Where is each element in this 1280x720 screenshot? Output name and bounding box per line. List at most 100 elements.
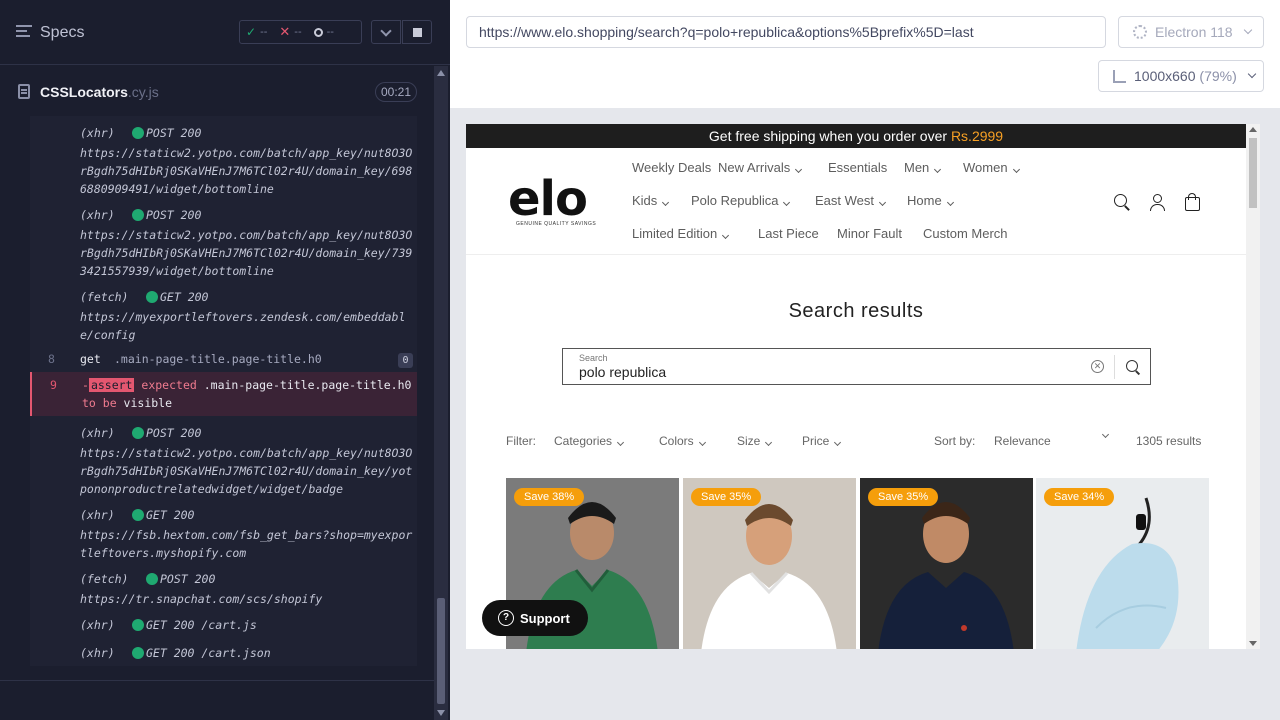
chevron-down-icon bbox=[946, 198, 954, 207]
scroll-down-arrow-icon[interactable] bbox=[437, 710, 445, 716]
search-icon[interactable] bbox=[1113, 193, 1131, 211]
command-type: (xhr) bbox=[80, 618, 115, 632]
filter-size[interactable]: Size bbox=[737, 434, 773, 448]
command-method: POST 200 bbox=[160, 572, 216, 586]
browser-selector[interactable]: Electron 118 bbox=[1118, 16, 1264, 48]
url-bar[interactable]: https://www.elo.shopping/search?q=polo+r… bbox=[466, 16, 1106, 48]
nav-item-home[interactable]: Home bbox=[907, 193, 954, 208]
command-keyword: get bbox=[80, 352, 101, 366]
filter-colors[interactable]: Colors bbox=[659, 434, 706, 448]
filter-categories[interactable]: Categories bbox=[554, 434, 625, 448]
nav-item-polo-republica[interactable]: Polo Republica bbox=[691, 193, 791, 208]
product-card[interactable]: Save 34% bbox=[1036, 478, 1209, 649]
command-method: POST 200 bbox=[146, 426, 202, 440]
filter-price[interactable]: Price bbox=[802, 434, 842, 448]
success-dot-icon bbox=[132, 509, 144, 521]
nav-item-women[interactable]: Women bbox=[963, 160, 1020, 175]
viewport-selector[interactable]: 1000x660 (79%) bbox=[1098, 60, 1264, 92]
header-divider bbox=[466, 254, 1246, 255]
search-value[interactable]: polo republica bbox=[579, 364, 666, 380]
command-selector: .main-page-title.page-title.h0 bbox=[114, 352, 322, 366]
command-log-panel: Specs ✓ -- ✕ -- -- CSSLocators.cy.js 00:21… bbox=[0, 0, 450, 720]
command-row[interactable]: (xhr) GET 200 https://fsb.hextom.com/fsb… bbox=[30, 508, 417, 562]
sort-select[interactable]: Relevance bbox=[994, 430, 1110, 448]
command-row[interactable]: (fetch) GET 200 https://myexportleftover… bbox=[30, 290, 417, 344]
command-number: 8 bbox=[48, 352, 55, 366]
product-card[interactable]: Save 35% bbox=[683, 478, 856, 649]
page-title: Search results bbox=[788, 300, 924, 322]
command-type: (xhr) bbox=[80, 208, 115, 222]
site-logo[interactable]: elo bbox=[508, 174, 588, 224]
command-log: (xhr) POST 200 https://staticw2.yotpo.co… bbox=[30, 116, 417, 666]
command-row[interactable]: (xhr) POST 200 https://staticw2.yotpo.co… bbox=[30, 126, 417, 198]
passed-stat: ✓ -- bbox=[246, 25, 268, 39]
command-row[interactable]: (fetch) POST 200 https://tr.snapchat.com… bbox=[30, 572, 417, 608]
chevron-down-icon bbox=[795, 165, 803, 174]
command-row[interactable]: (xhr) POST 200 https://staticw2.yotpo.co… bbox=[30, 426, 417, 498]
scrollbar-thumb[interactable] bbox=[1249, 138, 1257, 208]
command-number: 9 bbox=[50, 378, 57, 392]
failed-assert-row[interactable]: 9 - assert expected .main-page-title.page… bbox=[30, 372, 417, 416]
stop-button[interactable] bbox=[402, 20, 432, 44]
command-type: (xhr) bbox=[80, 426, 115, 440]
specs-bar: Specs ✓ -- ✕ -- -- bbox=[0, 0, 450, 65]
command-url: https://tr.snapchat.com/scs/shopify bbox=[80, 592, 323, 606]
promo-banner: Get free shipping when you order over Rs… bbox=[466, 124, 1246, 148]
app-scrollbar[interactable] bbox=[1246, 124, 1260, 649]
support-button[interactable]: ? Support bbox=[482, 600, 588, 636]
nav-item-limited-edition[interactable]: Limited Edition bbox=[632, 226, 730, 241]
nav-item-kids[interactable]: Kids bbox=[632, 193, 670, 208]
nav-item-east-west[interactable]: East West bbox=[815, 193, 887, 208]
discount-badge: Save 34% bbox=[1044, 488, 1115, 506]
file-document-icon bbox=[18, 84, 30, 99]
nav-item-last-piece[interactable]: Last Piece bbox=[758, 226, 819, 241]
chevron-down-icon bbox=[834, 438, 842, 447]
nav-item-men[interactable]: Men bbox=[904, 160, 942, 175]
get-command-row[interactable]: 8 get .main-page-title.page-title.h0 0 bbox=[30, 348, 417, 370]
support-label: Support bbox=[520, 610, 570, 626]
preview-toolbar: https://www.elo.shopping/search?q=polo+r… bbox=[450, 0, 1280, 108]
filter-label: Filter: bbox=[506, 434, 536, 448]
nav-item-custom-merch[interactable]: Custom Merch bbox=[923, 226, 1008, 241]
nav-item-essentials[interactable]: Essentials bbox=[828, 160, 887, 175]
clear-icon[interactable]: ✕ bbox=[1091, 360, 1104, 373]
expand-collapse-button[interactable] bbox=[371, 20, 401, 44]
search-input[interactable]: Search polo republica ✕ bbox=[562, 348, 1151, 385]
scrollbar-thumb[interactable] bbox=[437, 598, 445, 704]
scroll-down-arrow-icon[interactable] bbox=[1249, 641, 1257, 646]
specs-menu-icon[interactable] bbox=[16, 25, 32, 39]
cart-icon[interactable] bbox=[1183, 193, 1201, 211]
product-card[interactable]: Save 35% bbox=[860, 478, 1033, 649]
command-row[interactable]: (xhr) GET 200 /cart.json bbox=[30, 646, 417, 664]
results-count: 1305 results bbox=[1136, 434, 1202, 448]
chevron-down-icon bbox=[934, 165, 942, 174]
element-count-badge: 0 bbox=[398, 353, 413, 368]
command-method: POST 200 bbox=[146, 126, 202, 140]
scroll-up-arrow-icon[interactable] bbox=[437, 70, 445, 76]
command-type: (xhr) bbox=[80, 646, 115, 660]
command-method: GET 200 /cart.json bbox=[146, 646, 271, 660]
nav-item-minor-fault[interactable]: Minor Fault bbox=[837, 226, 902, 241]
success-dot-icon bbox=[132, 619, 144, 631]
check-icon: ✓ bbox=[246, 25, 257, 39]
command-row[interactable]: (xhr) GET 200 /cart.js bbox=[30, 618, 417, 636]
search-submit-icon[interactable] bbox=[1125, 359, 1141, 375]
scroll-up-arrow-icon[interactable] bbox=[1249, 127, 1257, 132]
account-icon[interactable] bbox=[1148, 193, 1166, 211]
chevron-down-icon bbox=[765, 438, 773, 447]
log-scrollbar[interactable] bbox=[434, 66, 448, 720]
specs-title[interactable]: Specs bbox=[40, 24, 84, 42]
command-url: https://myexportleftovers.zendesk.com/em… bbox=[80, 310, 406, 342]
chevron-down-icon bbox=[1243, 25, 1252, 35]
failed-stat: ✕ -- bbox=[279, 24, 302, 39]
nav-item-new-arrivals[interactable]: New Arrivals bbox=[718, 160, 803, 175]
command-row[interactable]: (xhr) POST 200 https://staticw2.yotpo.co… bbox=[30, 208, 417, 280]
chevron-down-icon bbox=[698, 438, 706, 447]
discount-badge: Save 35% bbox=[868, 488, 939, 506]
command-method: POST 200 bbox=[146, 208, 202, 222]
nav-item-weekly-deals[interactable]: Weekly Deals bbox=[632, 160, 711, 175]
command-type: (fetch) bbox=[80, 572, 129, 586]
assert-message: - assert expected .main-page-title.page-t… bbox=[82, 378, 412, 410]
spec-file-name[interactable]: CSSLocators.cy.js bbox=[40, 84, 159, 100]
command-url: https://staticw2.yotpo.com/batch/app_key… bbox=[80, 146, 413, 196]
